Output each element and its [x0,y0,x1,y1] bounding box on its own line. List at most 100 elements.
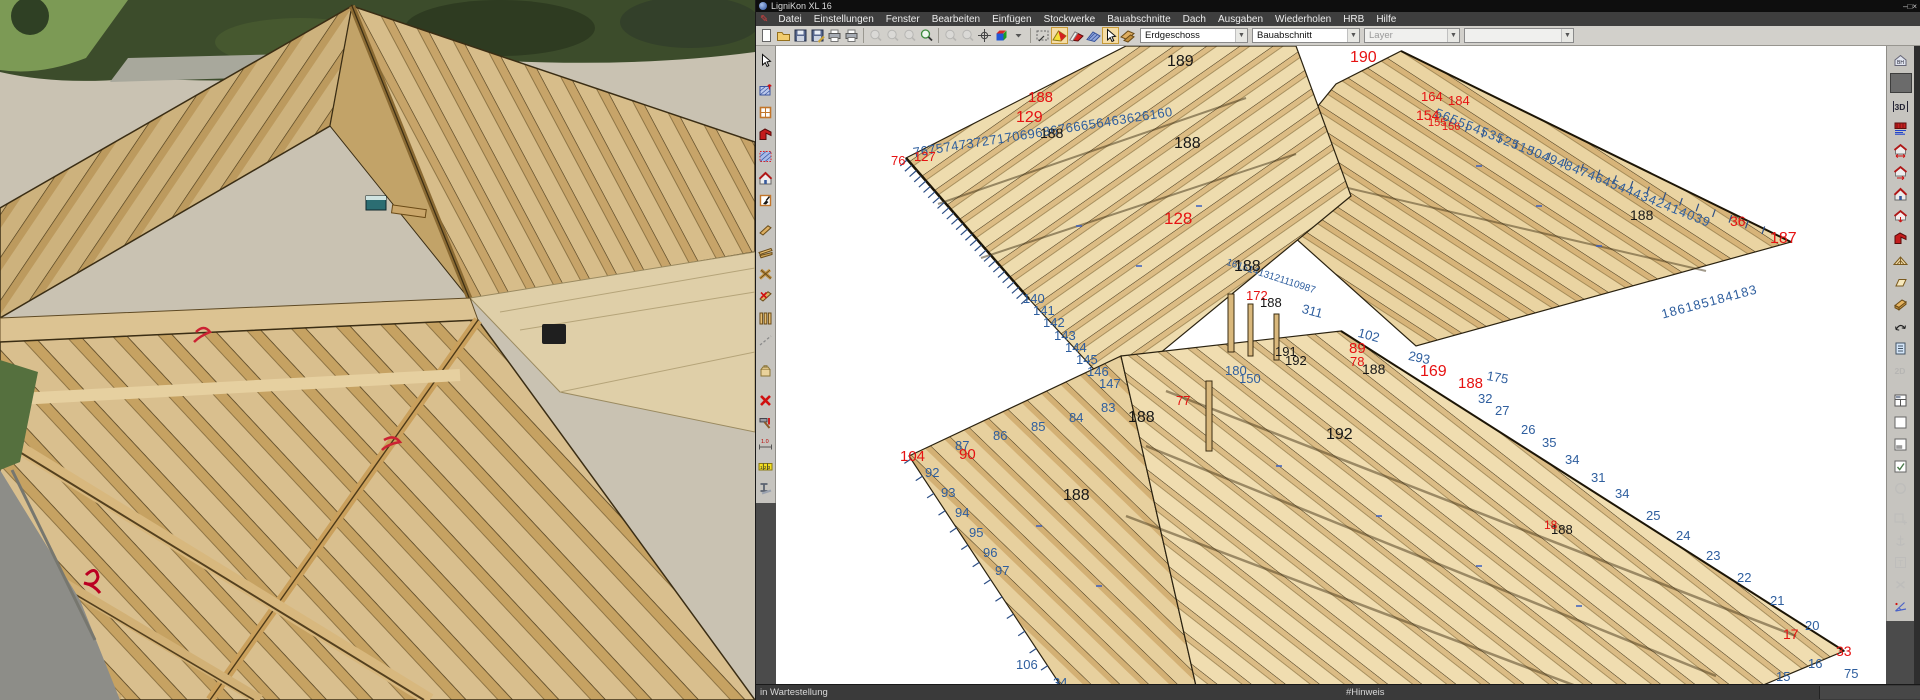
circle-tool-button[interactable] [1892,479,1910,497]
window-check-button[interactable] [1892,457,1910,475]
svg-text:T: T [1898,558,1903,567]
close-button[interactable]: × [1912,2,1917,11]
window-blank-button[interactable] [1892,413,1910,431]
rafter-tool-button[interactable] [757,243,775,261]
zoom-search-button[interactable] [918,27,935,44]
roof-tool-button[interactable] [1068,27,1085,44]
select-tool-button[interactable] [757,51,775,69]
ceiling-panel-tool-button[interactable] [757,147,775,165]
stud-wall-tool-button[interactable] [757,309,775,327]
window-title: LigniKon XL 16 [771,1,832,11]
menu-item-wiederholen[interactable]: Wiederholen [1269,14,1337,25]
auxiliary-line-tool-button[interactable] [757,331,775,349]
zoom-in-button[interactable] [867,27,884,44]
menu-item-bauabschnitte[interactable]: Bauabschnitte [1101,14,1176,25]
beam-delete-tool-button[interactable] [757,287,775,305]
anchor-tool-button[interactable] [1892,531,1910,549]
new-file-icon [759,28,774,43]
timber-joint-tool-button[interactable] [1119,27,1136,44]
roof-surface-view-button[interactable] [1892,273,1910,291]
roof-select-button[interactable] [1051,27,1068,44]
layer-select-combobox[interactable]: Layer▼ [1364,28,1460,43]
text-tool-button[interactable]: T [1892,553,1910,571]
wall-tool-button[interactable] [757,81,775,99]
member-list-view-button[interactable] [1892,339,1910,357]
center-view-button[interactable] [976,27,993,44]
beam-3d-view-button[interactable] [1892,295,1910,313]
house-arrow-view-button[interactable] [1892,163,1910,181]
hammer-tool-button[interactable] [757,413,775,431]
house-front-view-button[interactable] [1892,185,1910,203]
section-select-combobox[interactable]: Bauabschnitt▼ [1252,28,1360,43]
house-down-view-button[interactable] [1892,207,1910,225]
window-layout-button[interactable] [1892,391,1910,409]
print-preview-button[interactable] [843,27,860,44]
window-tool-button[interactable] [757,103,775,121]
house-move-view-button[interactable] [1892,141,1910,159]
menu-item-datei[interactable]: Datei [772,14,807,25]
member-number-label: 33 [1836,644,1852,658]
render-mode-button[interactable] [993,27,1010,44]
menu-item-stockwerke[interactable]: Stockwerke [1038,14,1102,25]
window-add-button[interactable] [1892,509,1910,527]
menu-item-einstellungen[interactable]: Einstellungen [808,14,880,25]
crate-tool-button[interactable] [757,361,775,379]
view-2d-button[interactable]: 2D [1892,361,1910,379]
window-split-button[interactable] [1892,435,1910,453]
rotate-view-button[interactable] [1892,317,1910,335]
model-canvas[interactable]: 7675747372717069686766656463626160565554… [776,46,1886,684]
menu-item-bearbeiten[interactable]: Bearbeiten [926,14,986,25]
storey-select-combobox[interactable]: Erdgeschoss▼ [1140,28,1248,43]
member-number-label: 188 [1063,488,1090,504]
menu-item-fenster[interactable]: Fenster [880,14,926,25]
roof-hatch-tool-button[interactable] [1085,27,1102,44]
new-file-button[interactable] [758,27,775,44]
roof-truss-view-button[interactable] [1892,251,1910,269]
zoom-page-button[interactable] [901,27,918,44]
protractor-tool-button[interactable] [1892,597,1910,615]
wall-view-button[interactable] [1892,119,1910,137]
delete-view-button[interactable] [1892,575,1910,593]
member-number-labels: 7675747372717069686766656463626160565554… [776,46,1886,684]
steel-beam-tool-button[interactable] [757,479,775,497]
purlin-tool-button[interactable] [757,221,775,239]
member-number-label: 24 [1676,529,1690,542]
roof-plan-view-button[interactable] [1892,229,1910,247]
selection-frame-button[interactable] [1034,27,1051,44]
save-as-button[interactable] [809,27,826,44]
delete-tool-button[interactable] [757,391,775,409]
building-section-view-button[interactable]: BH [1892,51,1910,69]
open-file-button[interactable] [775,27,792,44]
house-tool-button[interactable] [757,169,775,187]
crossed-beams-tool-button[interactable] [757,265,775,283]
extra-select-combobox[interactable]: ▼ [1464,28,1574,43]
dimension-tool-button[interactable]: 1.0 [757,435,775,453]
measure-tool-button[interactable]: 1 2 3 [757,457,775,475]
zoom-out-button[interactable] [884,27,901,44]
undo-button[interactable] [942,27,959,44]
view-3d-button[interactable]: 3D [1892,97,1910,115]
svg-text:2D: 2D [1895,366,1906,376]
menu-item-ausgaben[interactable]: Ausgaben [1212,14,1269,25]
menu-item-dach[interactable]: Dach [1177,14,1212,25]
menu-item-hilfe[interactable]: Hilfe [1370,14,1402,25]
member-number-label: 127 [914,150,936,163]
roof-select-icon [1052,28,1067,43]
menu-item-hrb[interactable]: HRB [1337,14,1370,25]
save-button[interactable] [792,27,809,44]
pointer-tool-button[interactable] [1102,27,1119,44]
print-button[interactable] [826,27,843,44]
svg-text:1.0: 1.0 [761,439,769,445]
redo-button[interactable] [959,27,976,44]
roof-edge-tool-button[interactable] [757,125,775,143]
member-number-label: 90 [959,447,976,462]
window-split-icon [1893,437,1908,452]
member-number-label: 92 [925,466,939,479]
menu-item-einfügen[interactable]: Einfügen [986,14,1037,25]
member-number-label: 93 [941,486,955,499]
member-number-label: 76 [891,154,905,167]
dimension-tool-icon: 1.0 [758,437,773,452]
render-mode-menu-button[interactable] [1010,27,1027,44]
roof-opening-tool-button[interactable] [757,191,775,209]
empty-slot[interactable] [1890,73,1912,93]
